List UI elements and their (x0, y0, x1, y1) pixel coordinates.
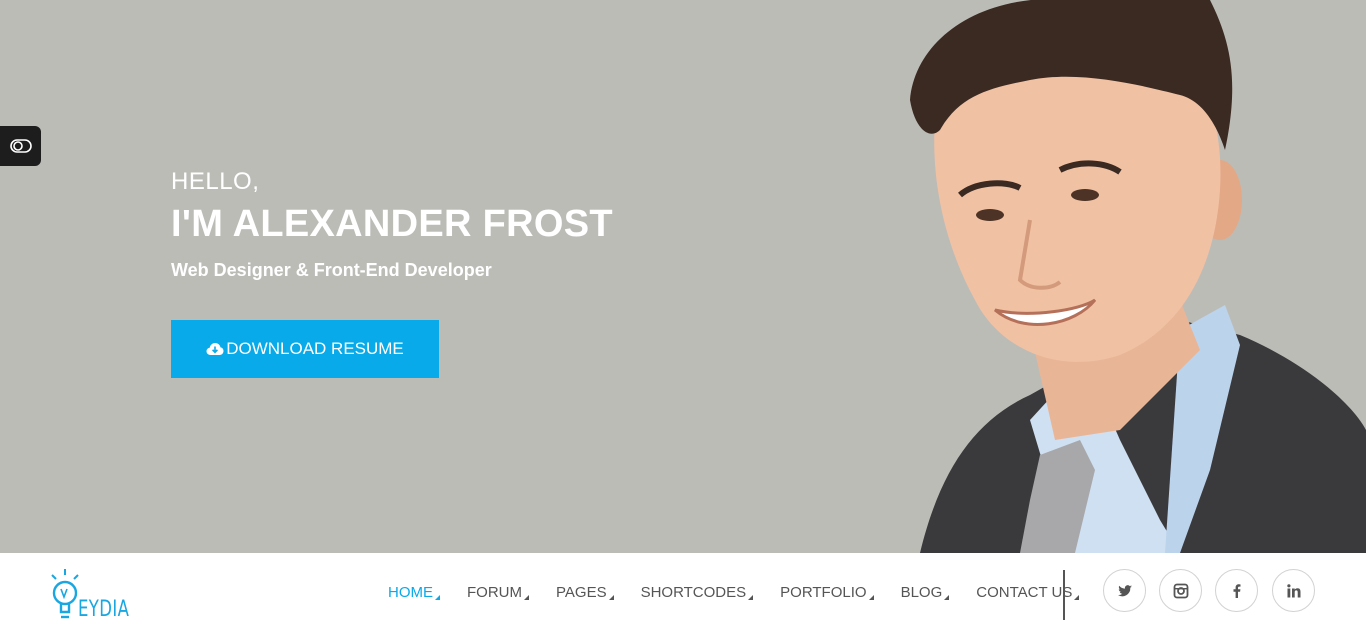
caret-icon (435, 595, 440, 600)
caret-icon (608, 595, 614, 600)
toggle-icon (9, 139, 32, 153)
portrait-photo (910, 0, 1366, 553)
download-resume-button[interactable]: DOWNLOAD RESUME (171, 320, 439, 378)
lightbulb-icon (51, 569, 79, 619)
nav-item-contact-us[interactable]: CONTACT US (976, 584, 1080, 601)
nav-label-portfolio: PORTFOLIO (780, 584, 867, 601)
style-switcher-toggle[interactable] (0, 126, 41, 166)
caret-icon (1074, 595, 1080, 600)
facebook-icon (1233, 583, 1240, 598)
main-menu: HOME FORUM PAGES SHORTCODES PORTFOLIO BL… (388, 584, 1106, 601)
hero-section: HELLO, I'M ALEXANDER FROST Web Designer … (0, 0, 1366, 553)
nav-label-pages: PAGES (556, 584, 607, 601)
twitter-icon (1117, 584, 1132, 596)
nav-item-home[interactable]: HOME (388, 584, 440, 601)
linkedin-link[interactable] (1272, 569, 1315, 612)
facebook-link[interactable] (1215, 569, 1258, 612)
hero-role: Web Designer & Front-End Developer (171, 260, 492, 280)
nav-label-home: HOME (388, 584, 433, 601)
nav-label-shortcodes: SHORTCODES (640, 584, 747, 601)
linkedin-icon (1286, 583, 1300, 597)
caret-icon (748, 595, 754, 600)
nav-item-pages[interactable]: PAGES (556, 584, 614, 601)
twitter-link[interactable] (1103, 569, 1146, 612)
main-navbar: EYDIA HOME FORUM PAGES SHORTCODES PORTFO… (0, 553, 1366, 633)
hero-name: I'M ALEXANDER FROST (171, 203, 613, 245)
nav-item-shortcodes[interactable]: SHORTCODES (640, 584, 754, 601)
nav-label-blog: BLOG (900, 584, 943, 601)
hero-greeting: HELLO, (171, 168, 260, 195)
instagram-link[interactable] (1159, 569, 1202, 612)
caret-icon (868, 595, 874, 600)
nav-label-forum: FORUM (467, 584, 522, 601)
site-logo[interactable]: EYDIA (48, 567, 140, 623)
download-resume-label: DOWNLOAD RESUME (226, 339, 404, 358)
caret-icon (944, 595, 950, 600)
cloud-download-icon (206, 343, 224, 355)
nav-item-forum[interactable]: FORUM (467, 584, 529, 601)
nav-divider (1063, 570, 1065, 620)
nav-item-portfolio[interactable]: PORTFOLIO (780, 584, 874, 601)
caret-icon (524, 595, 529, 600)
instagram-icon (1173, 583, 1188, 598)
nav-label-contact-us: CONTACT US (976, 584, 1073, 601)
nav-item-blog[interactable]: BLOG (900, 584, 950, 601)
hero-text: HELLO, I'M ALEXANDER FROST Web Designer … (171, 168, 613, 282)
logo-text: EYDIA (78, 597, 130, 622)
